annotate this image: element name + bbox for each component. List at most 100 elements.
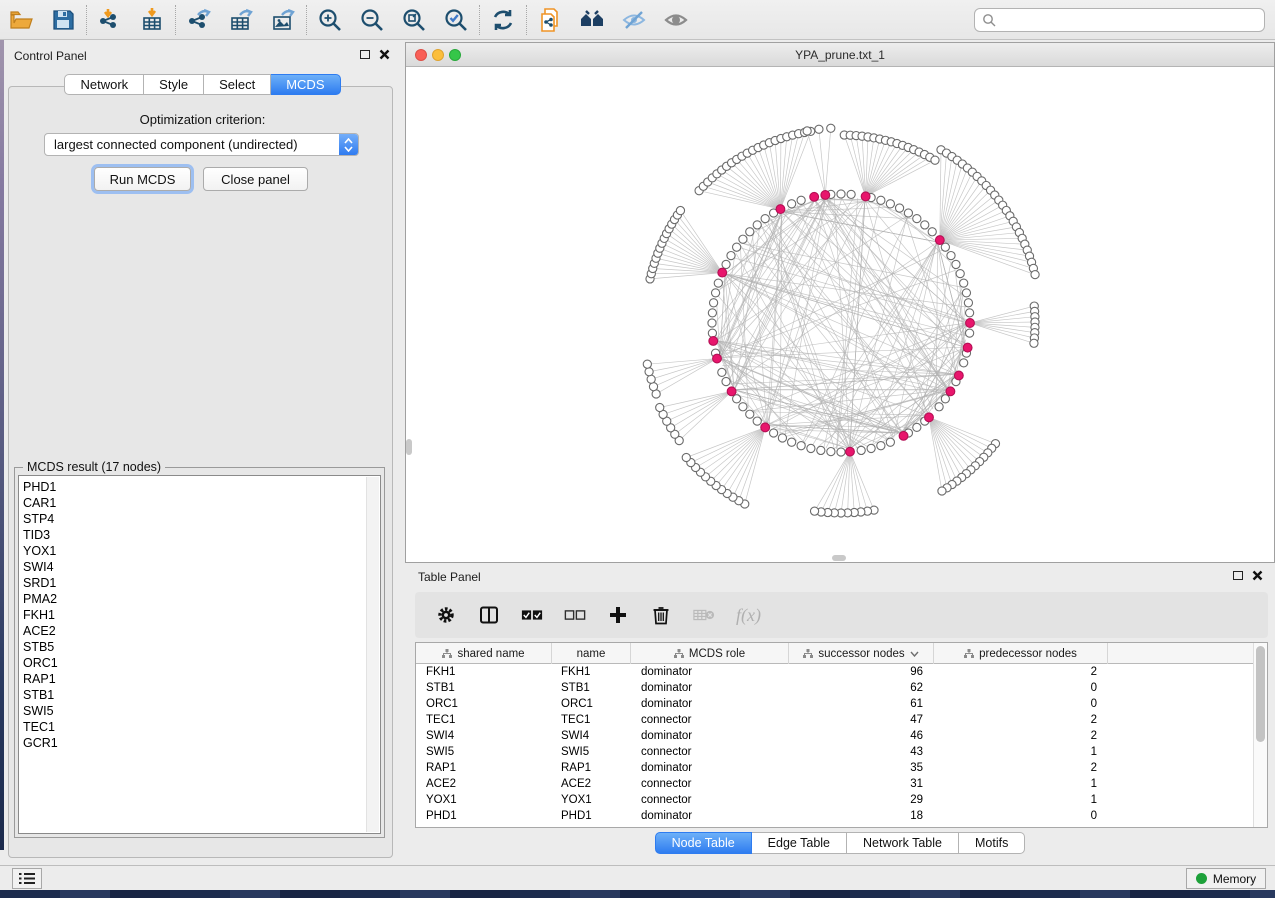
column-header-shared-name[interactable]: shared name — [416, 643, 552, 664]
hide-selection-icon[interactable] — [613, 3, 655, 37]
delete-column-icon[interactable] — [650, 604, 672, 626]
table-scrollbar-thumb[interactable] — [1256, 646, 1265, 742]
open-session-icon[interactable] — [0, 3, 42, 37]
table-row[interactable]: SWI4 SWI4 dominator 46 2 — [416, 728, 1253, 744]
table-row[interactable]: ACE2 ACE2 connector 31 1 — [416, 776, 1253, 792]
select-all-icon[interactable] — [521, 604, 543, 626]
export-table-icon[interactable] — [220, 3, 262, 37]
control-panel-tab[interactable]: Select — [204, 74, 271, 95]
network-window: YPA_prune.txt_1 — [405, 42, 1275, 563]
table-toolbar: f(x) — [415, 592, 1268, 638]
table-panel-tab[interactable]: Node Table — [655, 832, 752, 854]
mcds-result-item[interactable]: RAP1 — [23, 671, 380, 687]
mcds-result-item[interactable]: PHD1 — [23, 479, 380, 495]
column-namespace-icon — [442, 649, 452, 658]
list-scrollbar[interactable] — [366, 477, 379, 832]
network-horizontal-scrollbar[interactable] — [832, 555, 846, 561]
column-namespace-icon — [674, 649, 684, 658]
mcds-result-item[interactable]: STP4 — [23, 511, 380, 527]
mcds-result-group: MCDS result (17 nodes) PHD1CAR1STP4TID3Y… — [14, 467, 385, 838]
import-table-icon[interactable] — [131, 3, 173, 37]
table-row[interactable]: YOX1 YOX1 connector 29 1 — [416, 792, 1253, 808]
search-box[interactable] — [974, 8, 1265, 32]
toolbar-separator — [86, 5, 87, 35]
mcds-result-item[interactable]: TID3 — [23, 527, 380, 543]
node-table-header: shared name name MCDS role successor nod… — [416, 643, 1253, 664]
table-row[interactable]: RAP1 RAP1 dominator 35 2 — [416, 760, 1253, 776]
mcds-result-item[interactable]: PMA2 — [23, 591, 380, 607]
export-network-icon[interactable] — [178, 3, 220, 37]
network-canvas[interactable] — [406, 67, 1274, 562]
control-panel-tab[interactable]: MCDS — [271, 74, 340, 95]
table-scrollbar[interactable] — [1253, 643, 1267, 827]
function-builder-icon: f(x) — [736, 605, 761, 626]
show-columns-icon[interactable] — [478, 604, 500, 626]
mcds-result-item[interactable]: STB5 — [23, 639, 380, 655]
mcds-result-list: PHD1CAR1STP4TID3YOX1SWI4SRD1PMA2FKH1ACE2… — [19, 476, 380, 751]
search-input[interactable] — [1001, 13, 1264, 27]
column-header-name[interactable]: name — [552, 643, 631, 664]
mcds-result-item[interactable]: TEC1 — [23, 719, 380, 735]
control-panel: Control Panel NetworkStyleSelectMCDS Opt… — [4, 40, 401, 865]
import-network-icon[interactable] — [89, 3, 131, 37]
close-table-panel-icon[interactable] — [1252, 570, 1263, 581]
network-vertical-scrollbar[interactable] — [406, 439, 412, 455]
mcds-buttons-row: Run MCDS Close panel — [4, 167, 401, 191]
add-column-icon[interactable] — [607, 604, 629, 626]
network-window-title: YPA_prune.txt_1 — [406, 48, 1274, 62]
mcds-result-item[interactable]: CAR1 — [23, 495, 380, 511]
column-header-predecessor-nodes[interactable]: predecessor nodes — [934, 643, 1108, 664]
task-history-button[interactable] — [12, 868, 42, 889]
zoom-out-icon[interactable] — [351, 3, 393, 37]
table-row[interactable]: PHD1 PHD1 dominator 18 0 — [416, 808, 1253, 824]
close-panel-icon[interactable] — [379, 49, 390, 60]
table-panel-tab[interactable]: Motifs — [959, 832, 1025, 854]
table-row[interactable]: STB1 STB1 dominator 62 0 — [416, 680, 1253, 696]
column-header-successor-nodes[interactable]: successor nodes — [789, 643, 934, 664]
zoom-in-icon[interactable] — [309, 3, 351, 37]
mcds-result-item[interactable]: GCR1 — [23, 735, 380, 751]
float-table-panel-icon[interactable] — [1233, 571, 1243, 580]
optimization-criterion-select[interactable]: largest connected component (undirected) — [44, 133, 359, 156]
deselect-all-icon[interactable] — [564, 604, 586, 626]
mcds-result-item[interactable]: SWI4 — [23, 559, 380, 575]
run-mcds-button[interactable]: Run MCDS — [94, 167, 191, 191]
table-row[interactable]: ORC1 ORC1 dominator 61 0 — [416, 696, 1253, 712]
mcds-result-item[interactable]: ORC1 — [23, 655, 380, 671]
mcds-result-item[interactable]: YOX1 — [23, 543, 380, 559]
apply-layout-icon[interactable] — [482, 3, 524, 37]
control-panel-tab[interactable]: Style — [144, 74, 204, 95]
mcds-result-item[interactable]: SRD1 — [23, 575, 380, 591]
node-table: shared name name MCDS role successor nod… — [415, 642, 1268, 828]
save-session-icon[interactable] — [42, 3, 84, 37]
network-from-selection-icon[interactable] — [529, 3, 571, 37]
table-panel-tab[interactable]: Edge Table — [752, 832, 847, 854]
first-neighbors-icon[interactable] — [571, 3, 613, 37]
table-row[interactable]: SWI5 SWI5 connector 43 1 — [416, 744, 1253, 760]
network-window-titlebar[interactable]: YPA_prune.txt_1 — [406, 43, 1274, 67]
task-list-icon — [19, 872, 35, 885]
column-namespace-icon — [964, 649, 974, 658]
export-image-icon[interactable] — [262, 3, 304, 37]
toolbar-separator — [175, 5, 176, 35]
mcds-result-listbox[interactable]: PHD1CAR1STP4TID3YOX1SWI4SRD1PMA2FKH1ACE2… — [18, 475, 381, 834]
status-bar: Memory — [0, 865, 1275, 890]
show-all-icon[interactable] — [655, 3, 697, 37]
memory-button[interactable]: Memory — [1186, 868, 1266, 889]
mcds-result-item[interactable]: ACE2 — [23, 623, 380, 639]
float-panel-icon[interactable] — [360, 50, 370, 59]
mcds-result-item[interactable]: FKH1 — [23, 607, 380, 623]
mcds-result-item[interactable]: STB1 — [23, 687, 380, 703]
sort-descending-icon — [910, 651, 919, 657]
zoom-selected-icon[interactable] — [435, 3, 477, 37]
zoom-fit-icon[interactable] — [393, 3, 435, 37]
table-settings-icon[interactable] — [435, 604, 457, 626]
table-panel-tab[interactable]: Network Table — [847, 832, 959, 854]
table-row[interactable]: TEC1 TEC1 connector 47 2 — [416, 712, 1253, 728]
close-panel-button[interactable]: Close panel — [203, 167, 308, 191]
mcds-result-item[interactable]: SWI5 — [23, 703, 380, 719]
table-row[interactable]: FKH1 FKH1 dominator 96 2 — [416, 664, 1253, 680]
column-header-mcds-role[interactable]: MCDS role — [631, 643, 789, 664]
control-panel-tab[interactable]: Network — [64, 74, 144, 95]
optimization-criterion-label: Optimization criterion: — [4, 112, 401, 127]
